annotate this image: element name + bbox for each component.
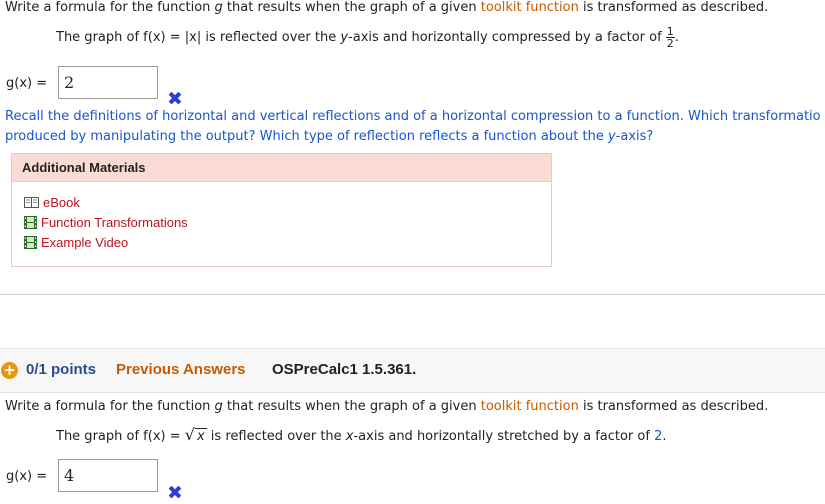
section-divider bbox=[0, 294, 825, 295]
fraction-one-half: 12 bbox=[665, 25, 675, 50]
toolkit-function-link[interactable]: toolkit function bbox=[481, 0, 579, 15]
toolkit-function-link[interactable]: toolkit function bbox=[481, 399, 579, 414]
book-icon bbox=[24, 196, 39, 212]
material-ebook[interactable]: eBook bbox=[24, 195, 80, 212]
previous-answers-link[interactable]: Previous Answers bbox=[116, 361, 246, 378]
q1-description: The graph of f(x) = |x| is reflected ove… bbox=[56, 25, 679, 50]
incorrect-icon: ✖ bbox=[167, 88, 183, 110]
q1-gx-label: g(x) = bbox=[6, 76, 48, 91]
q2-points-bar: + 0/1 points Previous Answers OSPreCalc1… bbox=[0, 348, 825, 393]
q2-question-code: OSPreCalc1 1.5.361. bbox=[272, 361, 417, 378]
q2-gx-label: g(x) = bbox=[6, 469, 48, 484]
q1-answer-input[interactable]: 2 bbox=[58, 66, 158, 99]
q1-hint-line2: produced by manipulating the output? Whi… bbox=[5, 129, 654, 144]
incorrect-icon: ✖ bbox=[167, 482, 183, 504]
q1-prompt: Write a formula for the function g that … bbox=[5, 0, 769, 15]
q2-points: 0/1 points bbox=[26, 361, 97, 378]
q2-description: The graph of f(x) = √ x is reflected over… bbox=[56, 425, 667, 444]
film-icon bbox=[24, 216, 37, 232]
q2-prompt: Write a formula for the function g that … bbox=[5, 399, 769, 414]
sqrt-x: √ x bbox=[184, 425, 207, 444]
plus-circle-icon[interactable]: + bbox=[1, 362, 18, 379]
material-example-video[interactable]: Example Video bbox=[24, 235, 128, 252]
q2-answer-input[interactable]: 4 bbox=[58, 459, 158, 492]
film-icon bbox=[24, 236, 37, 252]
q1-hint-line1: Recall the definitions of horizontal and… bbox=[5, 109, 821, 124]
material-function-transformations[interactable]: Function Transformations bbox=[24, 215, 188, 232]
additional-materials-panel: Additional Materials eBook Function Tran… bbox=[11, 153, 552, 267]
additional-materials-title: Additional Materials bbox=[12, 154, 551, 182]
